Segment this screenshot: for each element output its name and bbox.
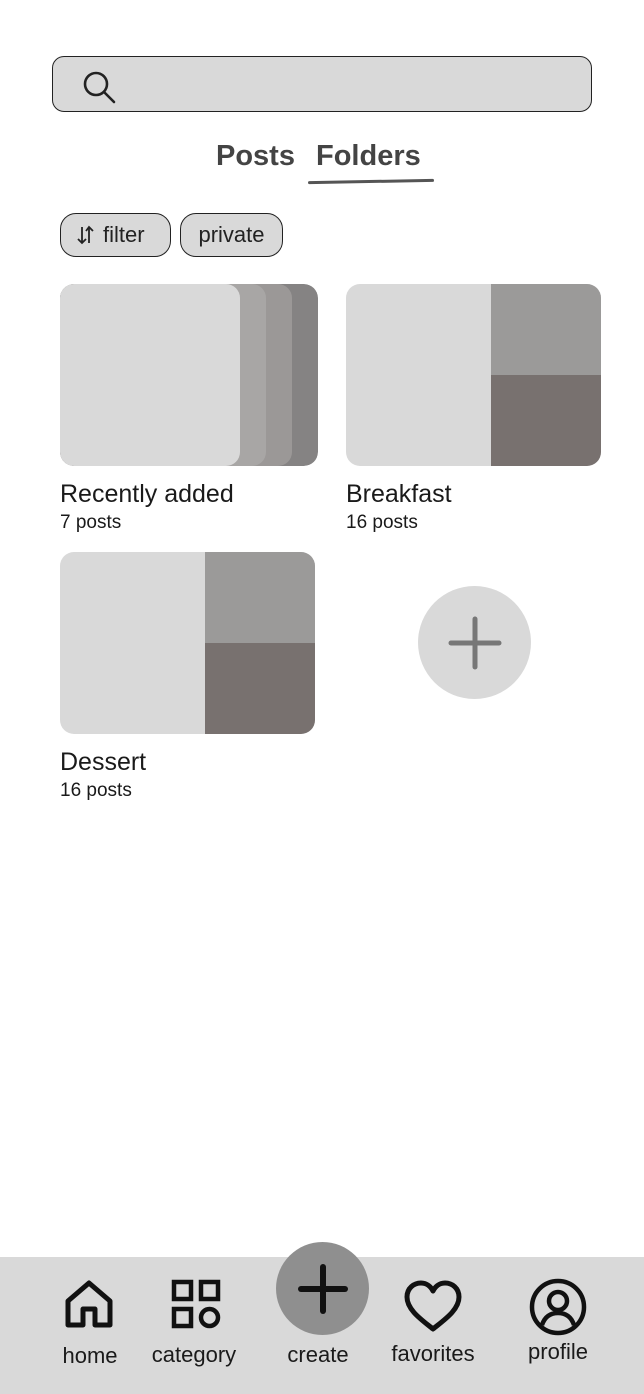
filter-chip[interactable]: filter bbox=[60, 213, 171, 257]
folder-thumbnail bbox=[60, 552, 315, 734]
folder-post-count: 16 posts bbox=[346, 512, 418, 533]
folder-name: Recently added bbox=[60, 480, 234, 508]
category-icon bbox=[171, 1279, 221, 1329]
folder-post-count: 7 posts bbox=[60, 512, 122, 533]
folder-name: Breakfast bbox=[346, 480, 452, 508]
create-button[interactable] bbox=[276, 1242, 369, 1335]
search-bar[interactable] bbox=[52, 56, 592, 112]
private-chip[interactable]: private bbox=[180, 213, 283, 257]
nav-home-label: home bbox=[62, 1343, 118, 1368]
plus-icon bbox=[297, 1263, 348, 1314]
nav-category[interactable]: category bbox=[145, 1275, 245, 1370]
active-tab-indicator bbox=[307, 178, 435, 185]
filter-chip-label: filter bbox=[103, 222, 145, 247]
nav-home[interactable]: home bbox=[50, 1275, 130, 1370]
tab-posts[interactable]: Posts bbox=[216, 140, 295, 173]
nav-favorites[interactable]: favorites bbox=[385, 1275, 481, 1370]
folder-card-recently-added[interactable]: Recently added 7 posts bbox=[60, 284, 318, 534]
folder-name: Dessert bbox=[60, 748, 147, 776]
sort-icon bbox=[77, 225, 94, 245]
heart-icon bbox=[404, 1280, 462, 1332]
plus-icon bbox=[448, 616, 501, 669]
nav-category-label: category bbox=[151, 1342, 237, 1367]
nav-create-label: create bbox=[287, 1342, 349, 1367]
nav-favorites-label: favorites bbox=[391, 1341, 475, 1366]
search-icon bbox=[83, 71, 116, 104]
add-folder-button[interactable] bbox=[418, 586, 531, 699]
nav-profile[interactable]: profile bbox=[518, 1275, 598, 1370]
folder-post-count: 16 posts bbox=[60, 780, 132, 801]
search-input[interactable] bbox=[129, 65, 575, 103]
nav-profile-label: profile bbox=[528, 1339, 588, 1364]
home-icon bbox=[65, 1280, 113, 1328]
tab-folders[interactable]: Folders bbox=[316, 140, 421, 173]
folder-thumbnail bbox=[346, 284, 601, 466]
folder-card-dessert[interactable]: Dessert 16 posts bbox=[60, 552, 315, 802]
private-chip-label: private bbox=[198, 222, 265, 247]
folder-card-breakfast[interactable]: Breakfast 16 posts bbox=[346, 284, 601, 534]
folder-thumbnail-stack bbox=[60, 284, 318, 466]
profile-icon bbox=[529, 1278, 587, 1336]
